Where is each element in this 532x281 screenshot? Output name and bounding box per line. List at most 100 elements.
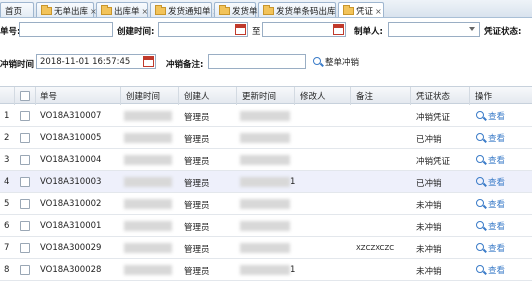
search-icon [476, 243, 484, 251]
remark-cell: XZCZXCZC [356, 244, 395, 252]
creator-cell: 管理员 [184, 267, 210, 277]
writeoff-time-label: 冲销时间 [0, 60, 35, 70]
search-icon [476, 111, 484, 119]
chevron-down-icon [469, 27, 475, 31]
calendar-icon[interactable] [143, 56, 154, 67]
row-checkbox[interactable] [20, 243, 30, 253]
table-row[interactable]: 8 VO18A300028 管理员 未冲销 1 查看 [0, 259, 532, 281]
view-label: 查看 [488, 266, 506, 276]
search-icon [476, 265, 484, 273]
tab-2[interactable]: 出库单 × [96, 2, 149, 17]
select-all-checkbox[interactable] [20, 91, 30, 101]
calendar-icon[interactable] [235, 24, 246, 35]
tab-1[interactable]: 无单出库 × [36, 2, 97, 17]
redacted-cell [124, 133, 172, 143]
partial-value: 1 [290, 265, 296, 275]
row-number: 4 [4, 177, 10, 187]
tab-label: 发货单 [232, 7, 258, 17]
redacted-cell [124, 199, 172, 209]
status-cell: 未冲销 [416, 267, 442, 277]
row-number: 8 [4, 265, 10, 275]
row-checkbox[interactable] [20, 221, 30, 231]
table-row[interactable]: 1 VO18A310007 管理员 冲销凭证 查看 [0, 105, 532, 127]
table-row[interactable]: 7 VO18A300029 管理员 XZCZXCZC 未冲销 查看 [0, 237, 532, 259]
redacted-cell [124, 265, 172, 275]
header-creator[interactable]: 创建人 [184, 90, 210, 102]
doc-no-cell: VO18A310007 [40, 111, 102, 121]
row-number: 7 [4, 243, 10, 253]
creator-cell: 管理员 [184, 157, 210, 167]
doc-no-cell: VO18A310004 [40, 155, 102, 165]
folder-icon [101, 5, 112, 15]
table-row[interactable]: 4 VO18A310003 管理员 已冲销 1 查看 [0, 171, 532, 193]
view-label: 查看 [488, 134, 506, 144]
close-icon[interactable]: × [142, 7, 149, 16]
row-number: 2 [4, 133, 10, 143]
header-doc-no[interactable]: 单号 [40, 90, 57, 102]
folder-icon [343, 5, 354, 15]
redacted-cell [124, 243, 172, 253]
tab-label: 首页 [5, 7, 23, 17]
header-update-time[interactable]: 更新时间 [242, 90, 276, 102]
row-checkbox[interactable] [20, 177, 30, 187]
maker-select[interactable] [388, 22, 480, 37]
tab-4[interactable]: 发货单× [214, 2, 266, 17]
view-label: 查看 [488, 244, 506, 254]
row-checkbox[interactable] [20, 111, 30, 121]
redacted-cell [124, 155, 172, 165]
status-cell: 已冲销 [416, 179, 442, 189]
row-checkbox[interactable] [20, 133, 30, 143]
search-icon [476, 133, 484, 141]
writeoff-time-input[interactable]: 2018-11-01 16:57:45 [36, 54, 156, 69]
search-icon [476, 177, 484, 185]
tab-0[interactable]: 首页 [0, 2, 34, 17]
doc-no-label: 单号: [0, 27, 21, 37]
tab-label: 发货通知单 [168, 7, 211, 17]
table-row[interactable]: 2 VO18A310005 管理员 已冲销 查看 [0, 127, 532, 149]
redacted-cell [124, 221, 172, 231]
calendar-icon[interactable] [333, 24, 344, 35]
doc-no-cell: VO18A310005 [40, 133, 102, 143]
partial-value: 1 [290, 177, 296, 187]
header-modifier[interactable]: 修改人 [300, 90, 326, 102]
table-row[interactable]: 3 VO18A310004 管理员 冲销凭证 查看 [0, 149, 532, 171]
folder-icon [155, 5, 166, 15]
close-icon[interactable]: × [375, 7, 382, 16]
whole-writeoff-label: 整单冲销 [325, 58, 360, 68]
status-cell: 冲销凭证 [416, 113, 451, 123]
redacted-cell [240, 155, 290, 165]
create-time-label: 创建时间: [117, 27, 155, 37]
voucher-status-label: 凭证状态: [484, 27, 522, 37]
folder-icon [41, 5, 52, 15]
tab-3[interactable]: 发货通知单× [150, 2, 219, 17]
redacted-cell [124, 111, 172, 121]
tab-label: 无单出库 [54, 7, 89, 17]
doc-no-cell: VO18A300029 [40, 243, 102, 253]
writeoff-note-label: 冲销备注: [166, 60, 204, 70]
tab-6[interactable]: 凭证 × [338, 2, 384, 17]
tab-5[interactable]: 发货单条码出库× [258, 2, 344, 17]
redacted-cell [240, 221, 290, 231]
table-row[interactable]: 6 VO18A310001 管理员 未冲销 查看 [0, 215, 532, 237]
tab-label: 发货单条码出库 [276, 7, 336, 17]
row-checkbox[interactable] [20, 265, 30, 275]
creator-cell: 管理员 [184, 223, 210, 233]
header-action: 操作 [475, 92, 493, 102]
header-remark[interactable]: 备注 [356, 90, 373, 102]
search-icon [476, 199, 484, 207]
row-number: 3 [4, 155, 10, 165]
creator-cell: 管理员 [184, 135, 210, 145]
header-create-time[interactable]: 创建时间 [126, 90, 160, 102]
table-row[interactable]: 5 VO18A310002 管理员 未冲销 查看 [0, 193, 532, 215]
doc-no-input[interactable] [19, 22, 113, 37]
writeoff-time-value: 2018-11-01 16:57:45 [40, 57, 131, 67]
doc-no-cell: VO18A300028 [40, 265, 102, 275]
row-number: 6 [4, 221, 10, 231]
header-status[interactable]: 凭证状态 [416, 90, 450, 102]
row-checkbox[interactable] [20, 199, 30, 209]
row-checkbox[interactable] [20, 155, 30, 165]
writeoff-note-input[interactable] [208, 54, 306, 69]
doc-no-cell: VO18A310001 [40, 221, 102, 231]
redacted-cell [240, 199, 290, 209]
folder-icon [219, 5, 230, 15]
